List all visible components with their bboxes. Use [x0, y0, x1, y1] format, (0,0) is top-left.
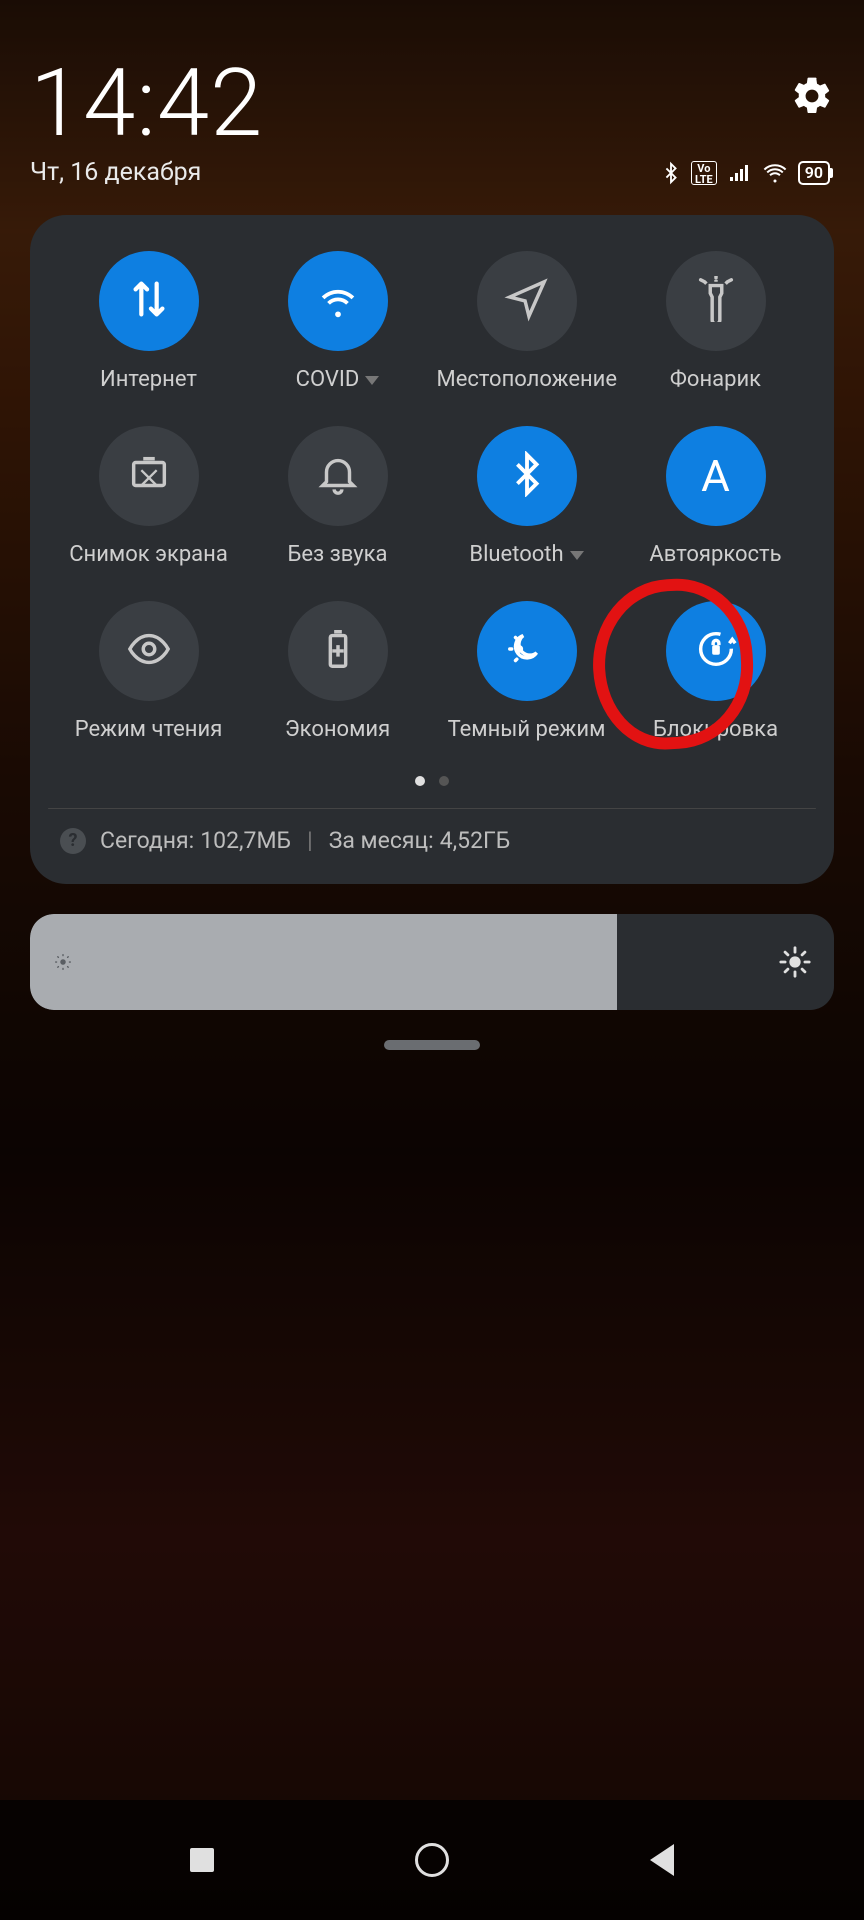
tile-auto-brightness[interactable]: A Автояркость: [621, 426, 810, 567]
data-month-label: За месяц:: [329, 827, 434, 854]
tile-dark-mode[interactable]: Темный режим: [432, 601, 621, 742]
signal-icon: [726, 161, 752, 185]
separator: |: [307, 827, 313, 854]
dark-mode-icon: [504, 626, 550, 676]
quick-settings-panel: Интернет COVID Местоположение Фонарик Сн…: [30, 215, 834, 884]
auto-brightness-icon: A: [701, 450, 730, 502]
data-today-label: Сегодня:: [100, 827, 194, 854]
tile-internet[interactable]: Интернет: [54, 251, 243, 392]
clock-time: 14:42: [30, 56, 263, 150]
tile-bluetooth[interactable]: Bluetooth: [432, 426, 621, 567]
page-indicator[interactable]: [54, 776, 810, 786]
tile-rotation-lock[interactable]: Блокировка: [621, 601, 810, 742]
tile-label: Режим чтения: [75, 717, 223, 742]
tile-label: Автояркость: [649, 542, 781, 567]
bluetooth-status-icon: [660, 161, 682, 185]
settings-gear-icon[interactable]: [790, 56, 834, 122]
tile-label: Экономия: [285, 717, 390, 742]
brightness-high-icon: [778, 945, 812, 979]
tile-location[interactable]: Местоположение: [432, 251, 621, 392]
expand-icon[interactable]: [570, 551, 584, 560]
navigation-bar: [0, 1800, 864, 1920]
pager-dot: [439, 776, 449, 786]
wifi-status-icon: [761, 161, 789, 185]
tile-flashlight[interactable]: Фонарик: [621, 251, 810, 392]
divider: [48, 808, 816, 809]
tile-label: Bluetooth: [469, 542, 563, 567]
tile-screenshot[interactable]: Снимок экрана: [54, 426, 243, 567]
brightness-low-icon: [52, 951, 74, 973]
tile-reading-mode[interactable]: Режим чтения: [54, 601, 243, 742]
flashlight-icon: [693, 276, 739, 326]
tile-label: Фонарик: [670, 367, 761, 392]
wifi-icon: [315, 276, 361, 326]
tile-wifi[interactable]: COVID: [243, 251, 432, 392]
tile-label: Снимок экрана: [69, 542, 228, 567]
pager-dot: [415, 776, 425, 786]
data-arrows-icon: [126, 276, 172, 326]
volte-icon: Vo LTE: [691, 161, 717, 185]
nav-back-button[interactable]: [650, 1844, 674, 1876]
data-usage-row[interactable]: ? Сегодня: 102,7МБ | За месяц: 4,52ГБ: [54, 827, 810, 858]
date-label: Чт, 16 декабря: [30, 158, 201, 187]
nav-recent-button[interactable]: [190, 1848, 214, 1872]
screenshot-icon: [126, 451, 172, 501]
battery-indicator: 90: [798, 161, 830, 185]
tile-battery-saver[interactable]: Экономия: [243, 601, 432, 742]
bluetooth-icon: [504, 451, 550, 501]
battery-plus-icon: [315, 626, 361, 676]
tile-label: Блокировка: [653, 717, 778, 742]
tile-silent[interactable]: Без звука: [243, 426, 432, 567]
tile-label: Темный режим: [448, 717, 606, 742]
location-icon: [504, 276, 550, 326]
eye-icon: [126, 626, 172, 676]
drag-handle[interactable]: [384, 1040, 480, 1050]
bell-icon: [315, 451, 361, 501]
tile-label: Без звука: [287, 542, 387, 567]
status-bar-icons: Vo LTE 90: [660, 161, 830, 185]
tile-label: Местоположение: [437, 367, 617, 392]
expand-icon[interactable]: [365, 376, 379, 385]
rotation-lock-icon: [693, 626, 739, 676]
help-icon: ?: [60, 828, 86, 854]
tile-label: Интернет: [100, 367, 197, 392]
nav-home-button[interactable]: [415, 1843, 449, 1877]
data-month-value: 4,52ГБ: [440, 827, 511, 854]
brightness-fill: [30, 914, 617, 1010]
tile-label: COVID: [296, 367, 360, 392]
data-today-value: 102,7МБ: [200, 827, 291, 854]
brightness-slider[interactable]: [30, 914, 834, 1010]
